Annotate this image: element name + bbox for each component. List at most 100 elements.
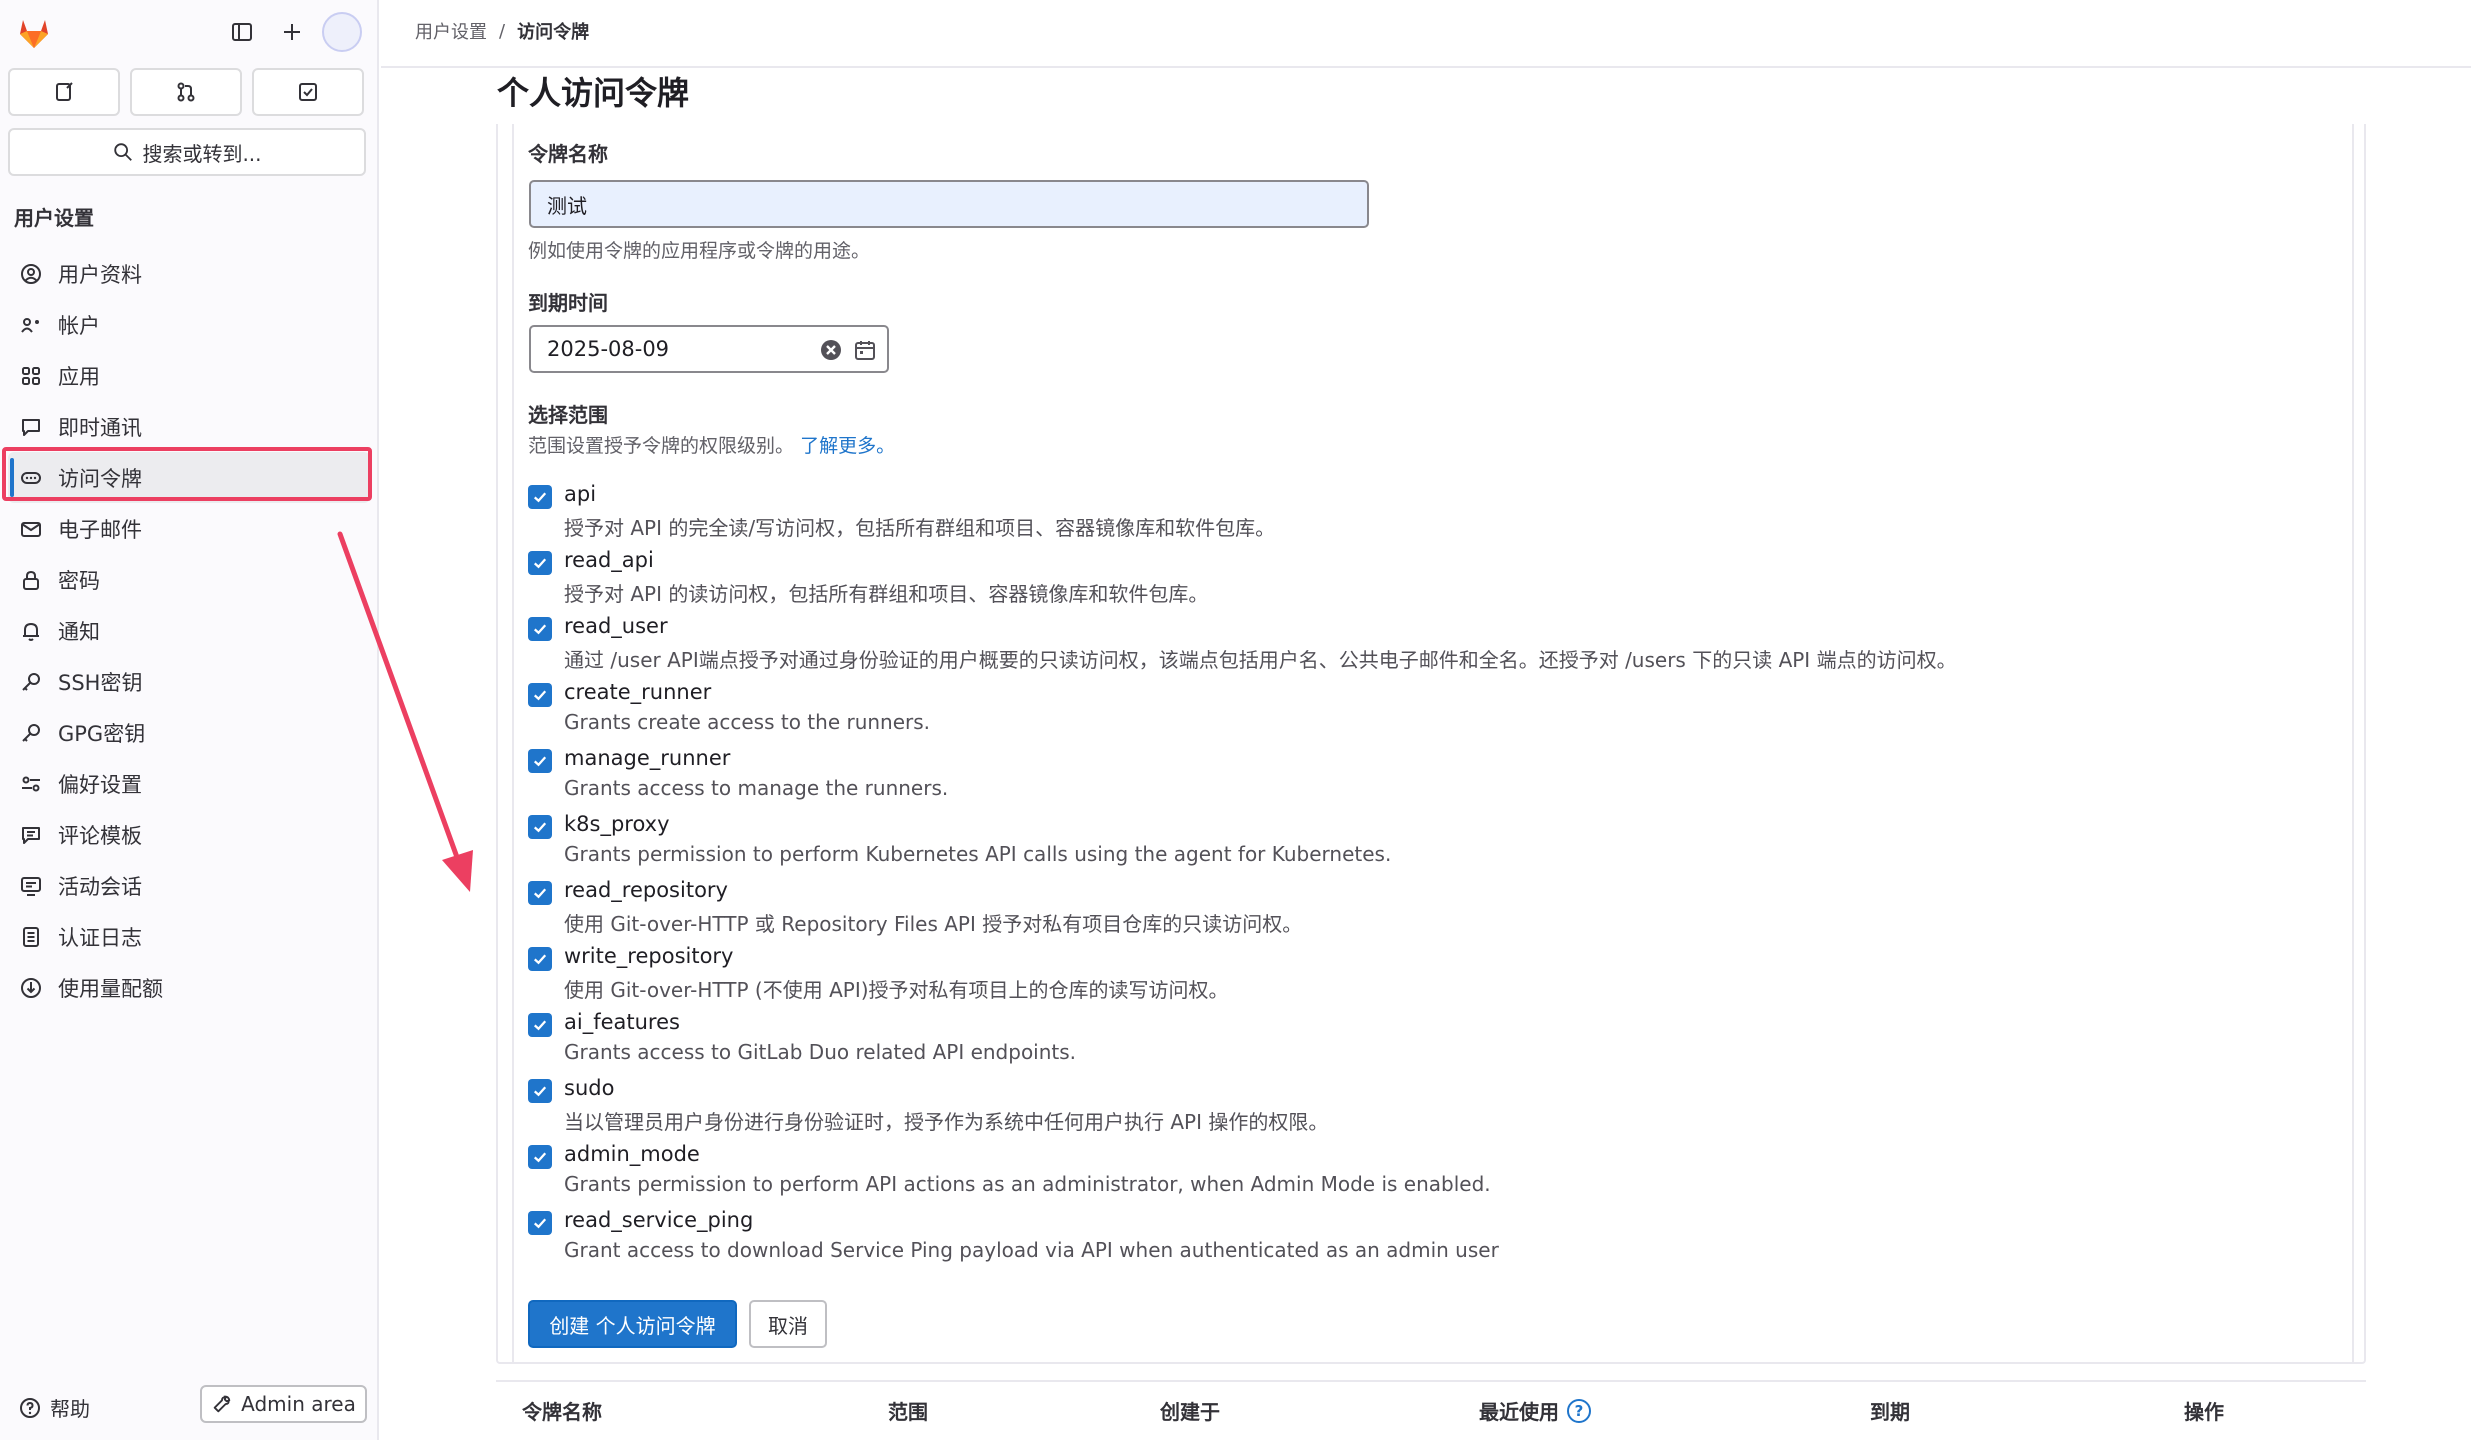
applications-icon (18, 363, 44, 389)
token-name-value: 测试 (547, 193, 587, 218)
sidebar-item-password[interactable]: 密码 (8, 554, 370, 605)
scope-description: Grant access to download Service Ping pa… (564, 1238, 1499, 1262)
create-token-button[interactable]: 创建 个人访问令牌 (528, 1300, 737, 1348)
user-avatar[interactable] (322, 12, 362, 52)
scope-item: read_api 授予对 API 的读访问权，包括所有群组和项目、容器镜像库和软件… (528, 548, 2348, 614)
scope-item: manage_runner Grants access to manage the… (528, 746, 2348, 812)
scope-name: k8s_proxy (564, 812, 670, 836)
cancel-button[interactable]: 取消 (749, 1300, 827, 1348)
sidebar-item-emails[interactable]: 电子邮件 (8, 503, 370, 554)
scope-checkbox[interactable] (528, 1079, 552, 1103)
scope-checkbox[interactable] (528, 1145, 552, 1169)
sidebar-nav: 用户资料 帐户 应用 即时通讯 访问令牌 电子邮件 密码 通知 SSH密钥 GP… (8, 248, 370, 1013)
scope-checkbox[interactable] (528, 485, 552, 509)
scope-item: k8s_proxy Grants permission to perform Ku… (528, 812, 2348, 878)
sidebar-item-account[interactable]: 帐户 (8, 299, 370, 350)
scope-checkbox[interactable] (528, 815, 552, 839)
key-icon (18, 669, 44, 695)
todo-icon (299, 83, 317, 101)
gitlab-logo-icon[interactable] (14, 12, 54, 52)
scope-name: read_service_ping (564, 1208, 754, 1232)
search-label: 搜索或转到... (142, 141, 262, 166)
lock-icon (18, 567, 44, 593)
expiry-date-input[interactable]: 2025-08-09 (529, 325, 889, 373)
sidebar-item-label: 电子邮件 (58, 517, 142, 542)
page-title: 个人访问令牌 (497, 74, 690, 112)
scope-name: api (564, 482, 597, 506)
sidebar-item-gpg-keys[interactable]: GPG密钥 (8, 707, 370, 758)
scope-checkbox[interactable] (528, 1211, 552, 1235)
check-icon (533, 624, 547, 635)
sidebar-item-ssh-keys[interactable]: SSH密钥 (8, 656, 370, 707)
token-name-input[interactable]: 测试 (529, 180, 1369, 228)
plus-icon (284, 24, 300, 40)
sidebar-item-profile[interactable]: 用户资料 (8, 248, 370, 299)
scope-name: sudo (564, 1076, 615, 1100)
check-icon (533, 756, 547, 767)
search-button[interactable]: 搜索或转到... (8, 128, 366, 176)
scope-checkbox[interactable] (528, 947, 552, 971)
sidebar-item-chat[interactable]: 即时通讯 (8, 401, 370, 452)
sidebar-item-applications[interactable]: 应用 (8, 350, 370, 401)
help-label: 帮助 (50, 1397, 90, 1421)
chat-icon (18, 414, 44, 440)
breadcrumb-parent[interactable]: 用户设置 (415, 18, 487, 44)
help-button[interactable]: 帮助 (18, 1393, 90, 1422)
sidebar-item-label: 使用量配额 (58, 976, 163, 1001)
collapse-sidebar-button[interactable] (224, 14, 260, 50)
scope-description: 使用 Git-over-HTTP (不使用 API)授予对私有项目上的仓库的读写… (564, 978, 1229, 1002)
quota-icon (18, 975, 44, 1001)
sidebar-item-label: 密码 (58, 568, 100, 593)
scope-checkbox[interactable] (528, 617, 552, 641)
scope-checkbox[interactable] (528, 881, 552, 905)
table-header-last-used: 最近使用 ? (1479, 1396, 1591, 1425)
scope-checkbox[interactable] (528, 1013, 552, 1037)
table-header-scopes: 范围 (888, 1400, 928, 1424)
scope-item: sudo 当以管理员用户身份进行身份验证时，授予作为系统中任何用户执行 API 操… (528, 1076, 2348, 1142)
sidebar-toggle-icon (232, 23, 252, 41)
calendar-icon[interactable] (853, 338, 877, 362)
scope-description: 授予对 API 的读访问权，包括所有群组和项目、容器镜像库和软件包库。 (564, 582, 1209, 606)
scope-checkbox[interactable] (528, 683, 552, 707)
sidebar-item-active-sessions[interactable]: 活动会话 (8, 860, 370, 911)
scope-name: create_runner (564, 680, 712, 704)
breadcrumb-current[interactable]: 访问令牌 (517, 18, 589, 44)
scope-description: 通过 /user API端点授予对通过身份验证的用户概要的只读访问权，该端点包括… (564, 648, 1957, 672)
merge-request-icon (177, 82, 195, 102)
sidebar-item-auth-log[interactable]: 认证日志 (8, 911, 370, 962)
sidebar-item-usage-quotas[interactable]: 使用量配额 (8, 962, 370, 1013)
sidebar-item-notifications[interactable]: 通知 (8, 605, 370, 656)
scope-description: Grants permission to perform Kubernetes … (564, 842, 1392, 866)
account-icon (18, 312, 44, 338)
scope-description: 授予对 API 的完全读/写访问权，包括所有群组和项目、容器镜像库和软件包库。 (564, 516, 1276, 540)
profile-icon (18, 261, 44, 287)
sidebar-item-label: GPG密钥 (58, 721, 146, 746)
sidebar-item-access-tokens[interactable]: 访问令牌 (8, 452, 370, 503)
sidebar-item-label: 访问令牌 (58, 466, 142, 491)
scope-checkbox[interactable] (528, 551, 552, 575)
comment-template-icon (18, 822, 44, 848)
scope-item: read_repository 使用 Git-over-HTTP 或 Reposi… (528, 878, 2348, 944)
scope-checkbox[interactable] (528, 749, 552, 773)
scope-name: read_api (564, 548, 654, 572)
scope-item: create_runner Grants create access to the… (528, 680, 2348, 746)
sidebar-item-comment-templates[interactable]: 评论模板 (8, 809, 370, 860)
expiry-date-value: 2025-08-09 (547, 337, 670, 361)
learn-more-link[interactable]: 了解更多。 (800, 435, 895, 457)
sidebar-footer: 帮助 Admin area (0, 1385, 379, 1431)
scope-item: read_user 通过 /user API端点授予对通过身份验证的用户概要的只读… (528, 614, 2348, 680)
expiry-label: 到期时间 (528, 291, 608, 315)
merge-requests-shortcut-button[interactable] (130, 68, 242, 116)
admin-area-button[interactable]: Admin area (200, 1385, 367, 1423)
sidebar-item-preferences[interactable]: 偏好设置 (8, 758, 370, 809)
token-icon (18, 465, 44, 491)
todo-shortcut-button[interactable] (252, 68, 364, 116)
question-icon[interactable]: ? (1567, 1398, 1591, 1423)
check-icon (533, 888, 547, 899)
table-header-created: 创建于 (1160, 1400, 1220, 1424)
create-new-button[interactable] (274, 14, 310, 50)
sidebar-item-label: SSH密钥 (58, 670, 143, 695)
check-icon (533, 1086, 547, 1097)
issues-shortcut-button[interactable] (8, 68, 120, 116)
clear-date-icon[interactable] (819, 338, 843, 362)
